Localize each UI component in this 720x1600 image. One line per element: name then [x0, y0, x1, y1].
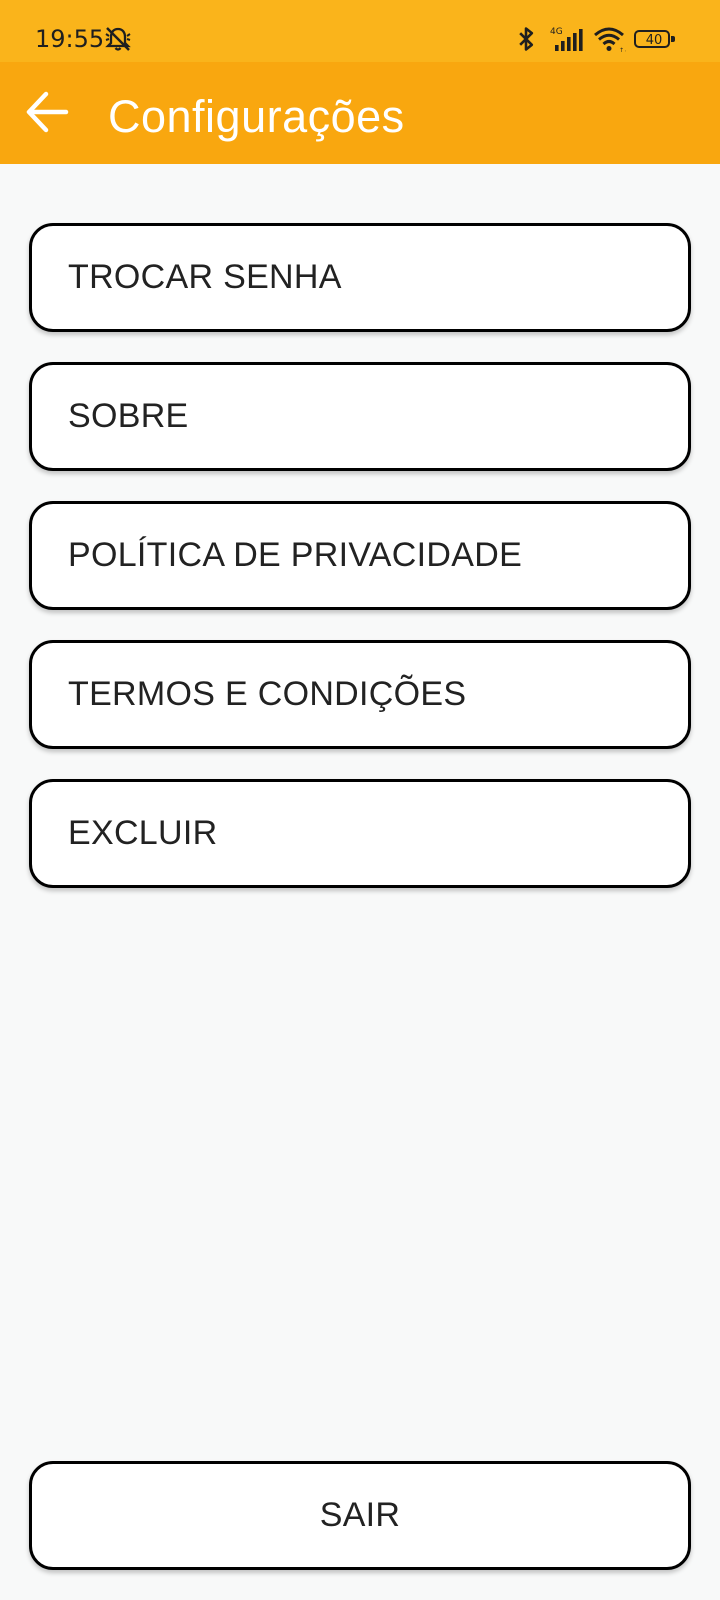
svg-text:↑↓: ↑↓ [619, 47, 626, 53]
logout-label: SAIR [319, 1496, 401, 1534]
signal-icon: 4G [550, 27, 583, 51]
terms-and-conditions-button[interactable]: TERMOS E CONDIÇÕES [29, 640, 691, 749]
about-button[interactable]: SOBRE [29, 362, 691, 471]
back-arrow-icon[interactable] [24, 88, 72, 136]
status-bar: 19:55 4G ↑↓ 40 [0, 0, 720, 62]
app-bar: Configurações [0, 62, 720, 164]
battery-tip [671, 36, 675, 42]
status-time: 19:55 [35, 25, 105, 53]
notifications-off-icon [105, 27, 131, 51]
page-title: Configurações [108, 91, 405, 142]
change-password-button[interactable]: TROCAR SENHA [29, 223, 691, 332]
bluetooth-icon [519, 27, 534, 51]
menu-item-label: TERMOS E CONDIÇÕES [68, 675, 467, 713]
menu-item-label: POLÍTICA DE PRIVACIDADE [68, 536, 523, 574]
menu-item-label: EXCLUIR [68, 814, 218, 852]
delete-account-button[interactable]: EXCLUIR [29, 779, 691, 888]
status-icons: 4G ↑↓ 40 [512, 22, 678, 56]
settings-menu: TROCAR SENHA SOBRE POLÍTICA DE PRIVACIDA… [29, 223, 691, 918]
wifi-icon: ↑↓ [594, 27, 626, 53]
battery-icon: 40 [634, 27, 678, 51]
menu-item-label: SOBRE [68, 397, 189, 435]
battery-body: 40 [634, 30, 670, 48]
privacy-policy-button[interactable]: POLÍTICA DE PRIVACIDADE [29, 501, 691, 610]
network-type-label: 4G [550, 27, 563, 37]
battery-level: 40 [645, 33, 663, 48]
logout-button[interactable]: SAIR [29, 1461, 691, 1570]
menu-item-label: TROCAR SENHA [68, 258, 342, 296]
